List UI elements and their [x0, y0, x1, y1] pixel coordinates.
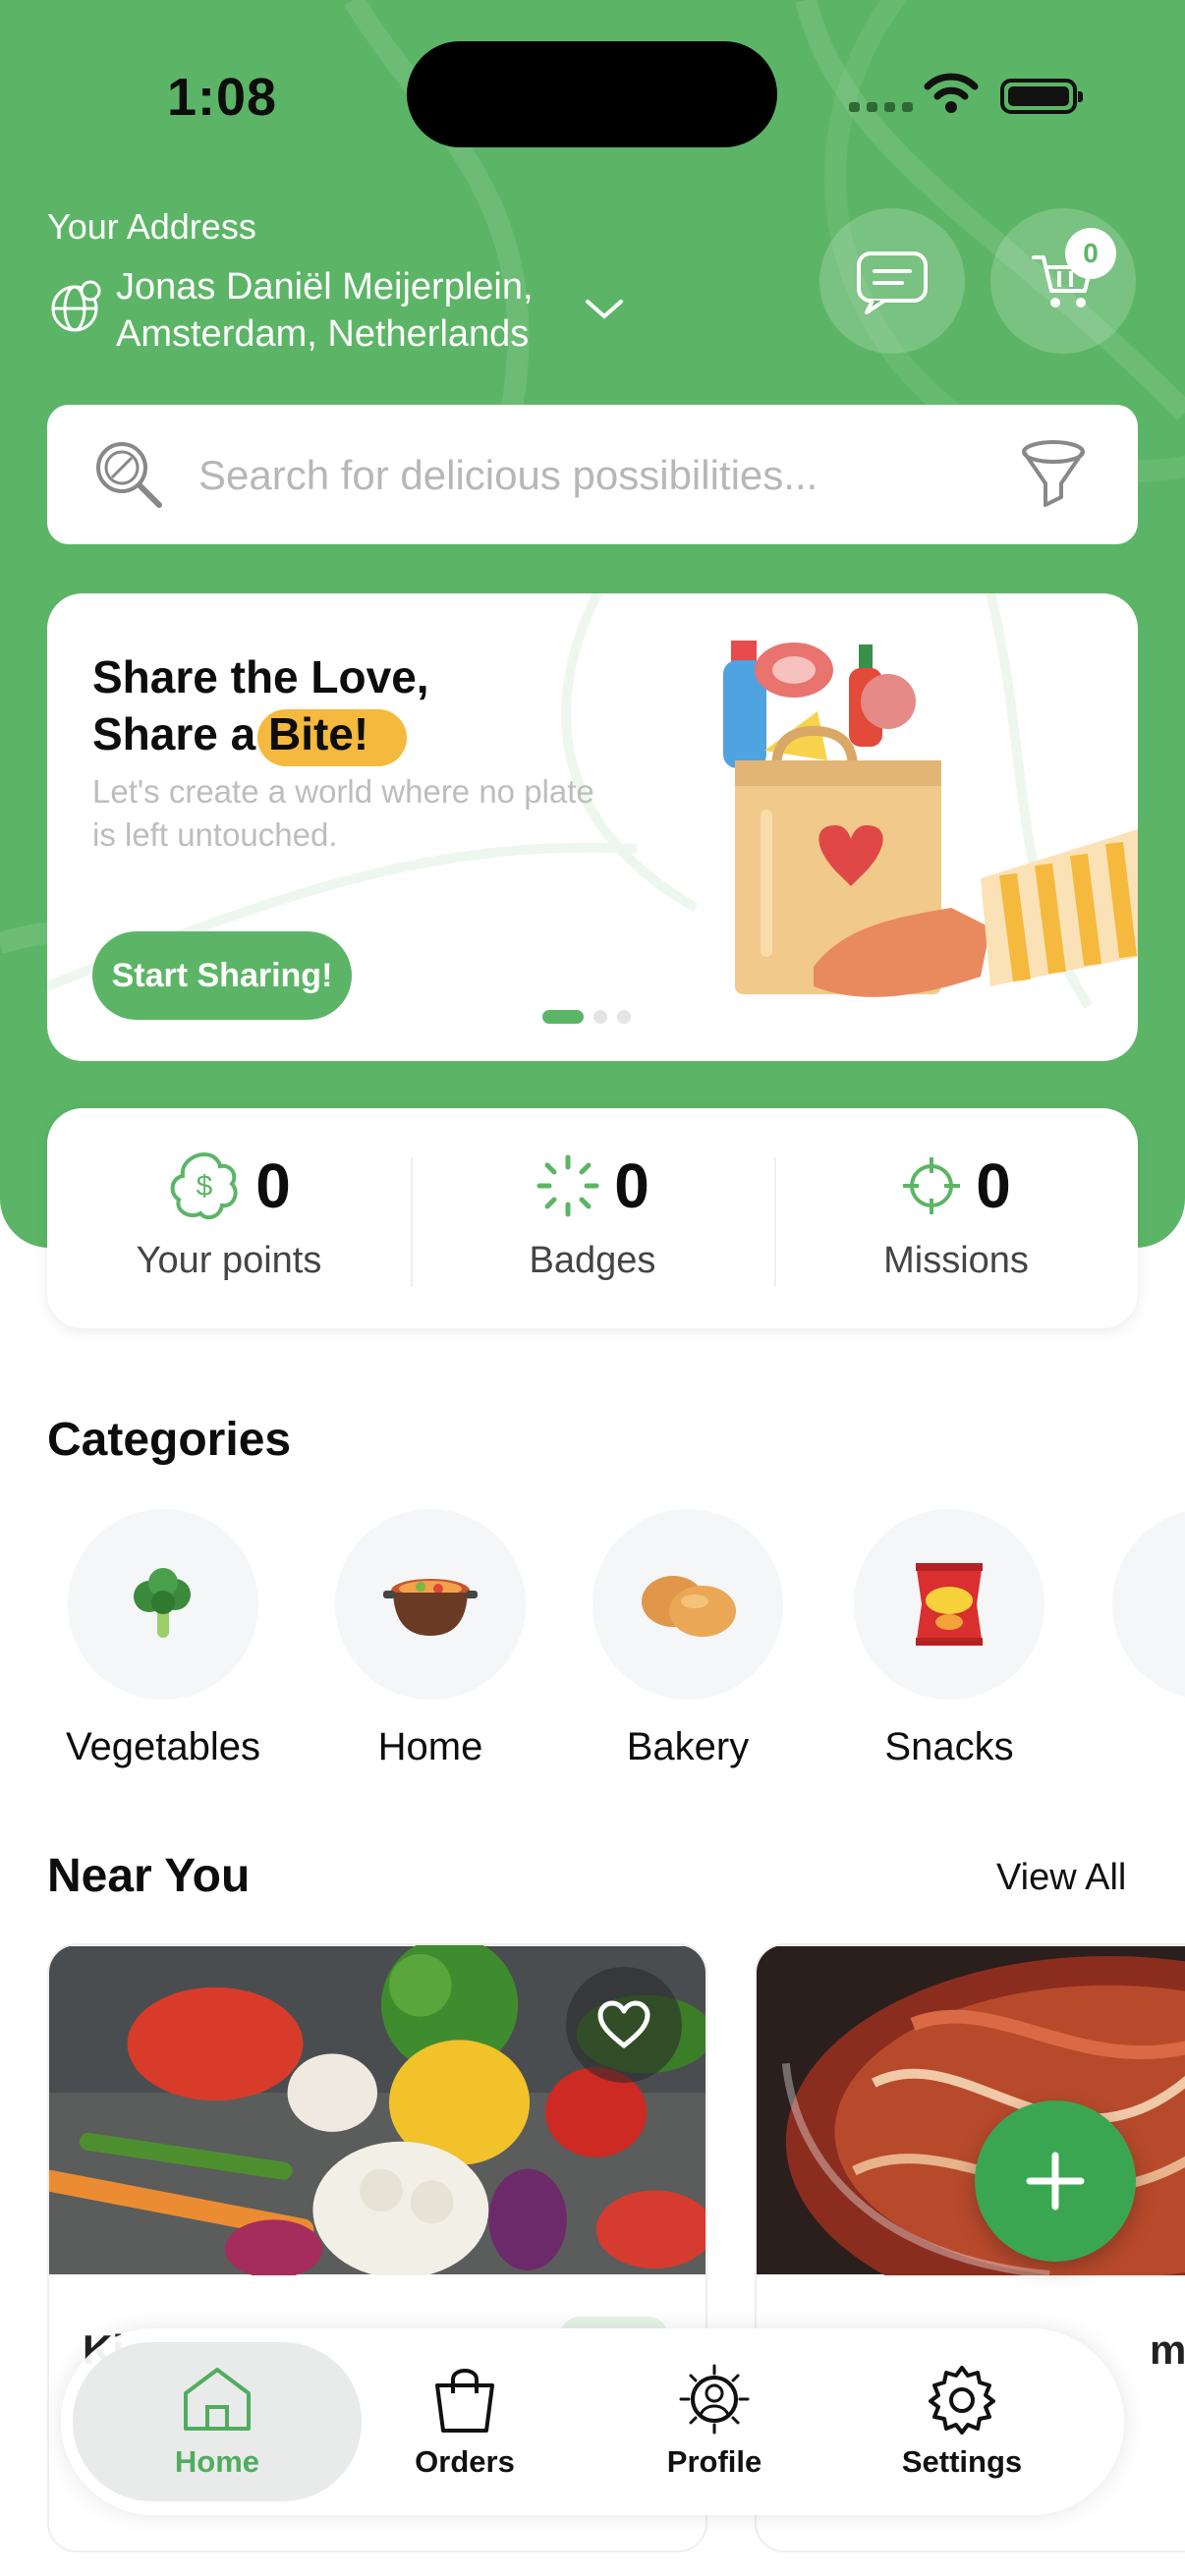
- globe-pin-icon: [51, 280, 101, 332]
- tab-home[interactable]: Home: [73, 2342, 362, 2501]
- carousel-dot[interactable]: [617, 1010, 631, 1024]
- status-time: 1:08: [167, 68, 278, 127]
- categories-list: Vegetables Home Bakery Snacks: [0, 1509, 1185, 1784]
- category-icon-circle: [68, 1509, 258, 1700]
- tab-label: Settings: [901, 2444, 1023, 2479]
- search-input[interactable]: [198, 440, 985, 511]
- address-line2: Amsterdam, Netherlands: [116, 313, 530, 355]
- badge-icon: [536, 1154, 599, 1217]
- chevron-down-icon[interactable]: [584, 297, 625, 322]
- signal-icon: [849, 102, 913, 112]
- address-label: Your Address: [47, 206, 256, 247]
- plus-icon: [1026, 2152, 1085, 2211]
- profile-icon: [679, 2364, 750, 2435]
- category-home[interactable]: Home: [332, 1509, 529, 1769]
- grocery-bag-illustration: [723, 641, 1138, 997]
- stats-panel: $ 0 Your points 0 Badges 0 Missions: [47, 1108, 1138, 1328]
- favorite-button[interactable]: [566, 1967, 682, 2083]
- address-line1: Jonas Daniël Meijerplein,: [116, 266, 534, 308]
- tab-orders[interactable]: Orders: [320, 2342, 609, 2501]
- category-label: Vegetables: [66, 1725, 260, 1768]
- svg-text:$: $: [197, 1170, 213, 1203]
- stat-points[interactable]: $ 0 Your points: [47, 1108, 411, 1328]
- carousel-dot[interactable]: [593, 1010, 607, 1024]
- dynamic-island: [407, 41, 777, 147]
- points-icon: $: [170, 1151, 238, 1220]
- wifi-icon: [924, 73, 979, 113]
- chips-icon: [916, 1563, 983, 1646]
- search-icon: [96, 442, 162, 508]
- filter-icon[interactable]: [1018, 436, 1093, 515]
- pot-icon: [383, 1579, 478, 1636]
- listing-title: made: [1150, 2326, 1185, 2373]
- stat-badges[interactable]: 0 Badges: [411, 1108, 774, 1328]
- broccoli-icon: [134, 1568, 191, 1638]
- badges-value: 0: [614, 1150, 649, 1221]
- missions-value: 0: [976, 1150, 1011, 1221]
- tab-label: Home: [174, 2444, 260, 2479]
- category-icon-circle: [854, 1509, 1044, 1700]
- banner-title-line2: Share a Bite!: [92, 708, 369, 759]
- carousel-dot-active[interactable]: [542, 1010, 584, 1024]
- messages-button[interactable]: [819, 208, 965, 354]
- category-vegetables[interactable]: Vegetables: [65, 1509, 261, 1769]
- category-label: Bakery: [626, 1725, 750, 1768]
- category-bakery[interactable]: Bakery: [590, 1509, 786, 1769]
- add-listing-button[interactable]: [975, 2100, 1136, 2262]
- start-sharing-button[interactable]: Start Sharing!: [92, 931, 352, 1020]
- carousel-dots: [542, 1010, 631, 1024]
- bottom-tab-bar: Home Orders Profile Settings: [61, 2328, 1124, 2515]
- chat-icon: [857, 252, 928, 314]
- category-label: Snacks: [884, 1725, 1014, 1768]
- tab-settings[interactable]: Settings: [818, 2342, 1106, 2501]
- badges-label: Badges: [529, 1240, 656, 1281]
- target-icon: [903, 1157, 961, 1214]
- points-value: 0: [255, 1150, 291, 1221]
- categories-title: Categories: [47, 1414, 292, 1466]
- cart-button[interactable]: [990, 208, 1136, 354]
- address-text[interactable]: Jonas Daniël Meijerplein, Amsterdam, Net…: [116, 263, 588, 358]
- banner-title-line1: Share the Love,: [92, 651, 429, 702]
- category-partial[interactable]: [1112, 1509, 1185, 1700]
- home-screen: 1:08 Your Address Jonas Daniël Meijerple…: [0, 0, 1185, 2576]
- bread-icon: [642, 1576, 736, 1637]
- category-label: Home: [377, 1725, 483, 1768]
- tab-label: Orders: [415, 2444, 515, 2479]
- view-all-link[interactable]: View All: [996, 1857, 1126, 1899]
- banner-subtitle: Let's create a world where no plate is l…: [92, 773, 594, 853]
- search-bar: [47, 405, 1138, 544]
- cart-count-badge: 0: [1065, 228, 1116, 279]
- category-snacks[interactable]: Snacks: [851, 1509, 1047, 1769]
- stat-missions[interactable]: 0 Missions: [774, 1108, 1138, 1328]
- points-label: Your points: [136, 1240, 322, 1281]
- missions-label: Missions: [883, 1240, 1029, 1281]
- tab-profile[interactable]: Profile: [570, 2342, 859, 2501]
- home-icon: [184, 2368, 251, 2431]
- category-icon-circle: [592, 1509, 783, 1700]
- gear-icon: [929, 2366, 995, 2435]
- heart-icon: [597, 2000, 650, 2048]
- near-you-title: Near You: [47, 1850, 251, 1902]
- category-icon-circle: [335, 1509, 526, 1700]
- bag-icon: [435, 2369, 494, 2433]
- battery-icon: [1000, 79, 1083, 114]
- banner-title: Share the Love, Share a Bite!: [92, 648, 544, 762]
- promo-banner[interactable]: Share the Love, Share a Bite! Let's crea…: [47, 593, 1138, 1061]
- tab-label: Profile: [666, 2444, 762, 2479]
